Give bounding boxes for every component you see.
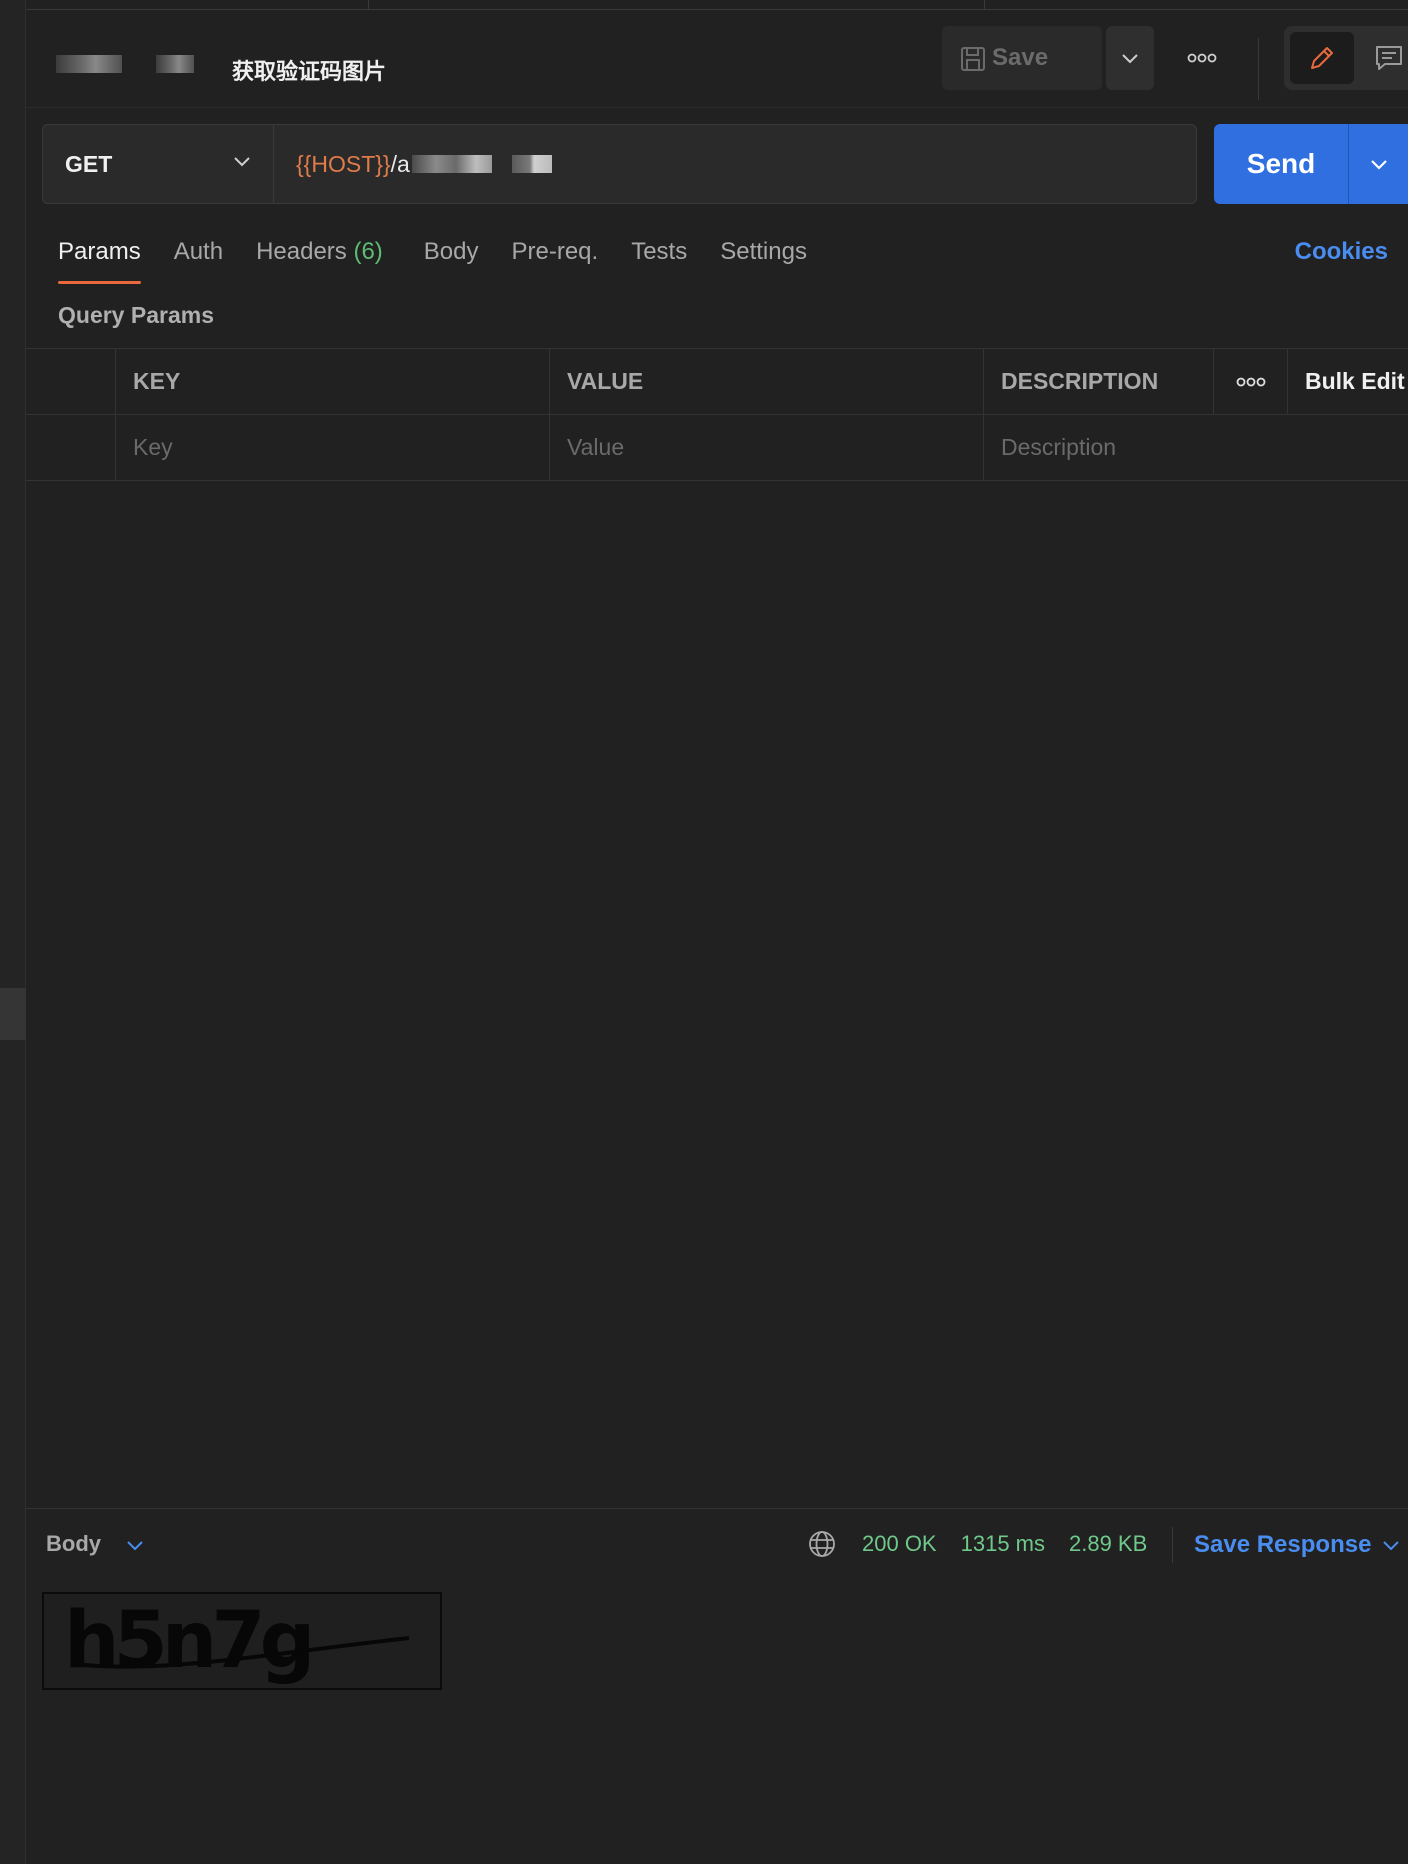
send-dropdown-button[interactable] bbox=[1349, 124, 1408, 204]
tab-settings[interactable]: Settings bbox=[720, 232, 807, 284]
column-header-value: VALUE bbox=[549, 349, 983, 414]
bulk-edit-button[interactable]: Bulk Edit bbox=[1287, 349, 1408, 414]
url-variable: {{HOST}} bbox=[296, 150, 391, 177]
ellipsis-icon bbox=[1187, 53, 1217, 63]
pencil-icon bbox=[1311, 47, 1333, 69]
request-header: 获取验证码图片 Save bbox=[26, 10, 1408, 108]
divider bbox=[1172, 1527, 1173, 1563]
tab-pre-request[interactable]: Pre-req. bbox=[512, 232, 599, 284]
description-input[interactable]: Description bbox=[983, 415, 1408, 480]
tab-tests[interactable]: Tests bbox=[631, 232, 687, 284]
key-input[interactable]: Key bbox=[115, 415, 549, 480]
ellipsis-icon bbox=[1236, 377, 1265, 386]
tab-auth[interactable]: Auth bbox=[174, 232, 223, 284]
chevron-down-icon bbox=[1370, 160, 1387, 170]
send-button[interactable]: Send bbox=[1214, 124, 1348, 204]
tab-body[interactable]: Body bbox=[424, 232, 479, 284]
response-meta: 200 OK 1315 ms 2.89 KB bbox=[862, 1531, 1171, 1557]
row-checkbox-cell bbox=[26, 415, 115, 480]
tab-headers[interactable]: Headers (6) bbox=[256, 232, 383, 284]
save-dropdown-button[interactable] bbox=[1106, 26, 1154, 90]
table-header-row: KEY VALUE DESCRIPTION Bulk Edit bbox=[26, 349, 1408, 415]
column-header-key: KEY bbox=[115, 349, 549, 414]
edit-mode-button[interactable] bbox=[1290, 32, 1354, 84]
tab-separator bbox=[368, 0, 369, 10]
tab-params[interactable]: Params bbox=[58, 232, 141, 284]
divider bbox=[1258, 38, 1259, 100]
url-redacted bbox=[511, 155, 552, 173]
tab-separator bbox=[984, 0, 985, 10]
method-label: GET bbox=[65, 150, 113, 177]
more-options-button[interactable] bbox=[1176, 26, 1228, 90]
cookies-link[interactable]: Cookies bbox=[1295, 232, 1388, 272]
left-sidebar bbox=[0, 0, 26, 1864]
view-mode-toggle bbox=[1284, 26, 1408, 90]
response-bar: Body 200 OK 1315 ms 2.89 KB Save Respons… bbox=[26, 1508, 1408, 1578]
captcha-noise-line bbox=[73, 1636, 410, 1669]
method-select[interactable]: GET bbox=[42, 124, 274, 204]
url-input[interactable]: {{HOST}} /a bbox=[273, 124, 1197, 204]
send-button-group: Send bbox=[1214, 124, 1408, 204]
globe-icon[interactable] bbox=[807, 1529, 837, 1559]
response-size[interactable]: 2.89 KB bbox=[1069, 1531, 1147, 1557]
url-redacted bbox=[411, 155, 492, 173]
response-time[interactable]: 1315 ms bbox=[961, 1531, 1045, 1557]
headers-count: (6) bbox=[353, 238, 383, 265]
breadcrumb-redacted bbox=[56, 55, 122, 73]
request-tabs: Params Auth Headers (6) Body Pre-req. Te… bbox=[58, 232, 840, 284]
chevron-down-icon[interactable] bbox=[126, 1539, 144, 1551]
checkbox-column-header bbox=[26, 349, 115, 414]
chevron-down-icon bbox=[1122, 54, 1138, 64]
tab-headers-label: Headers bbox=[256, 238, 354, 265]
query-params-title: Query Params bbox=[58, 302, 214, 328]
floppy-disk-icon bbox=[961, 47, 985, 71]
response-body-label[interactable]: Body bbox=[46, 1531, 101, 1557]
chevron-down-icon[interactable] bbox=[1382, 1539, 1400, 1551]
request-title[interactable]: 获取验证码图片 bbox=[232, 54, 386, 86]
sidebar-stub[interactable] bbox=[0, 988, 26, 1040]
tab-strip bbox=[26, 0, 1408, 10]
chevron-down-icon bbox=[234, 157, 250, 167]
comment-icon bbox=[1376, 46, 1402, 70]
status-code[interactable]: 200 OK bbox=[862, 1531, 937, 1557]
save-label: Save bbox=[992, 44, 1049, 71]
table-row: Key Value Description bbox=[26, 415, 1408, 481]
captcha-image: h5n7g bbox=[42, 1592, 442, 1690]
column-options-button[interactable] bbox=[1213, 349, 1287, 414]
comments-button[interactable] bbox=[1358, 32, 1408, 84]
value-input[interactable]: Value bbox=[549, 415, 983, 480]
query-params-table: KEY VALUE DESCRIPTION Bulk Edit Key Valu… bbox=[26, 348, 1408, 481]
url-path: /a bbox=[390, 150, 410, 177]
save-button[interactable]: Save bbox=[942, 26, 1102, 90]
breadcrumb-redacted bbox=[156, 55, 194, 73]
save-response-button[interactable]: Save Response bbox=[1194, 1531, 1371, 1559]
